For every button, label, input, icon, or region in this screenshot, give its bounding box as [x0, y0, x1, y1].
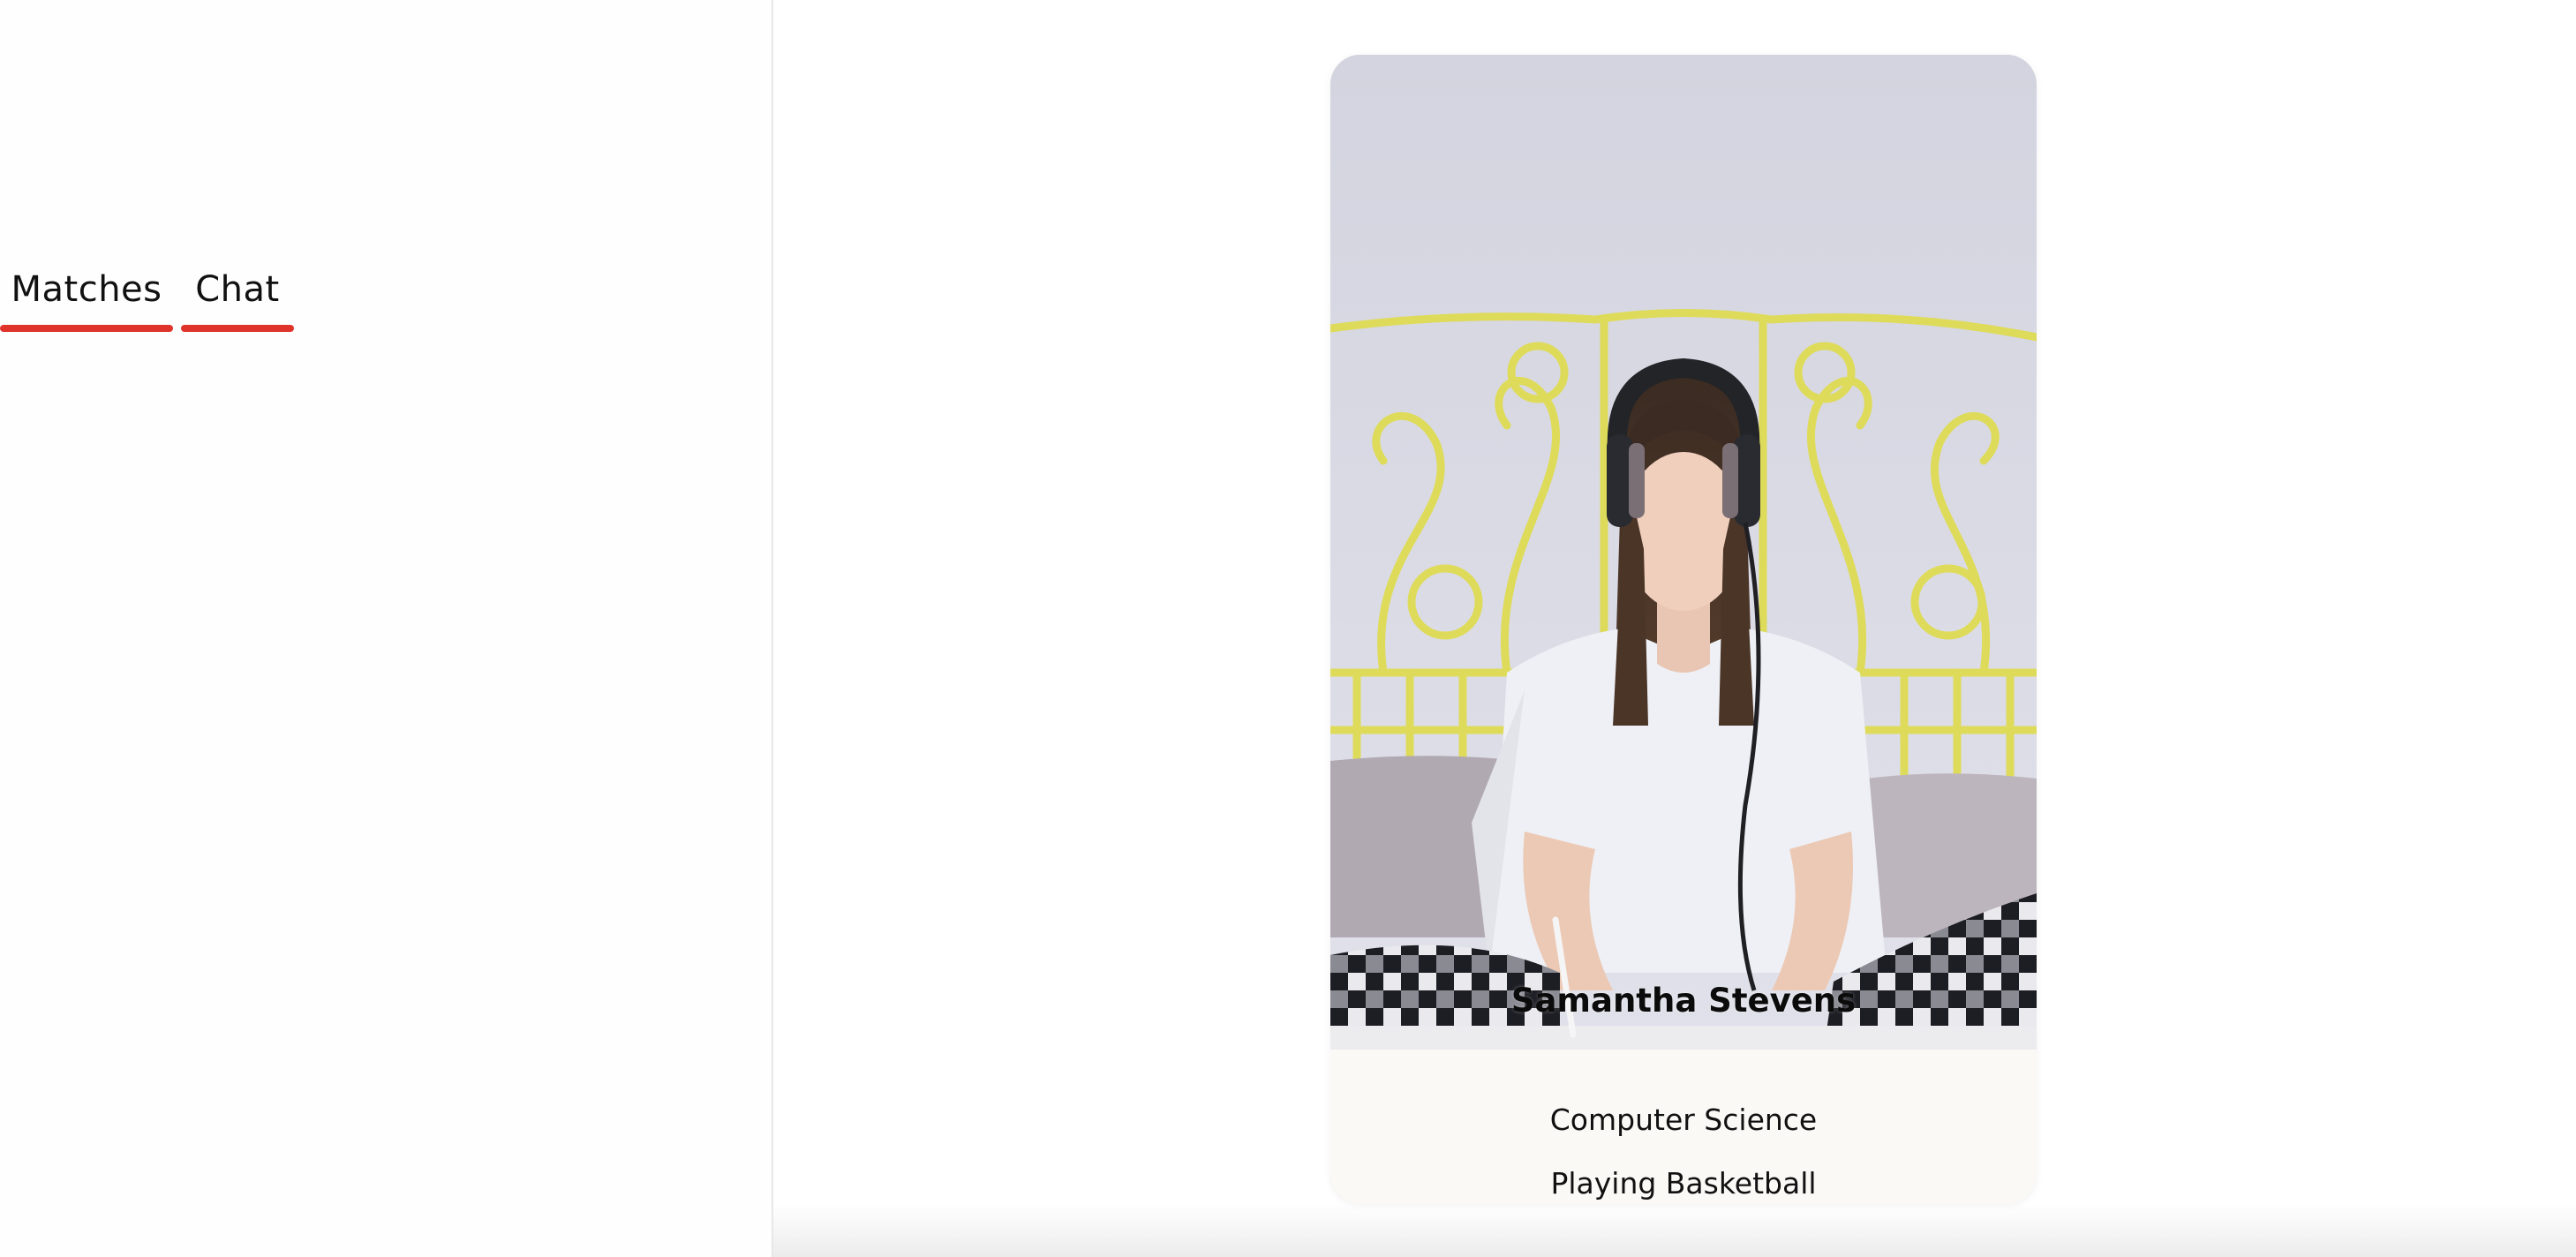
tab-chat-label: Chat — [195, 269, 280, 310]
tab-matches-label: Matches — [11, 269, 162, 310]
profile-name: Samantha Stevens — [1510, 982, 1857, 1020]
tab-chat-underline — [181, 325, 294, 332]
profile-info-panel: Computer Science Playing Basketball — [1330, 1050, 2037, 1204]
tab-matches-underline — [0, 325, 173, 332]
sidebar: Matches Chat — [0, 0, 773, 1257]
profile-major: Computer Science — [1549, 1103, 1818, 1137]
profile-hobby: Playing Basketball — [1550, 1166, 1817, 1201]
app-root: Matches Chat Samantha Stevens Computer S… — [0, 0, 2576, 1257]
tab-matches[interactable]: Matches — [0, 261, 173, 335]
profile-photo — [1330, 55, 2037, 1204]
tab-chat[interactable]: Chat — [181, 261, 294, 335]
profile-card[interactable]: Samantha Stevens Computer Science Playin… — [1330, 55, 2037, 1204]
bottom-fade — [773, 1204, 2576, 1257]
